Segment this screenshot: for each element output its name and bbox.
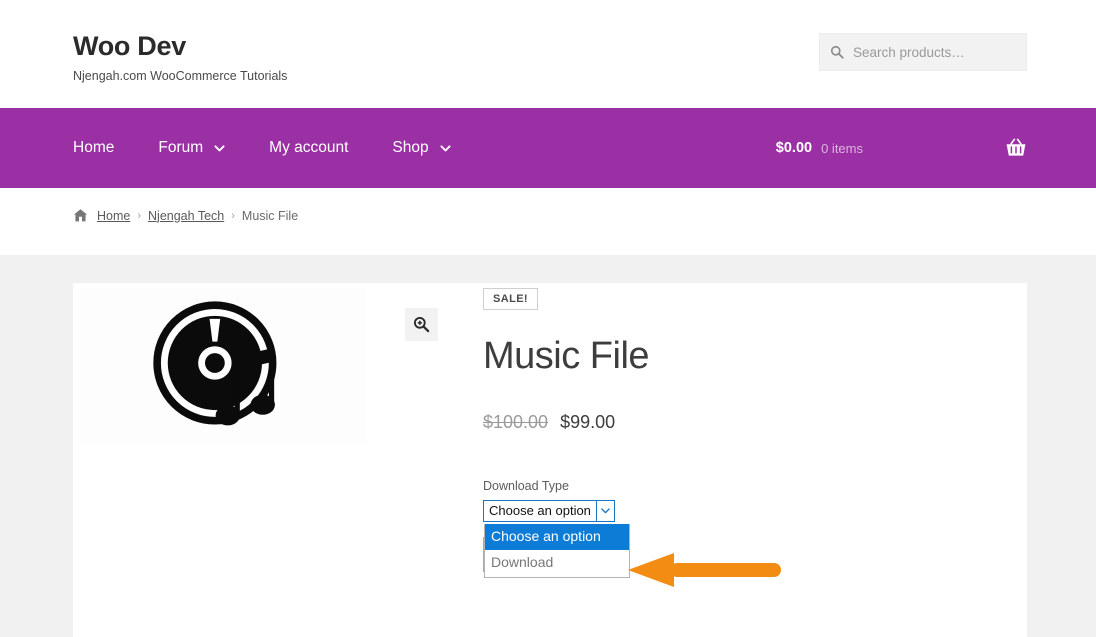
breadcrumb-link-home[interactable]: Home bbox=[97, 209, 130, 223]
product-price: $100.00 $99.00 bbox=[483, 412, 1003, 433]
select-dropdown-arrow-button[interactable] bbox=[596, 500, 614, 521]
price-original: $100.00 bbox=[483, 411, 549, 432]
select-option-choose-an-option[interactable]: Choose an option bbox=[485, 523, 629, 550]
search-icon bbox=[830, 45, 844, 59]
chevron-down-icon bbox=[214, 144, 225, 151]
product-image[interactable] bbox=[80, 288, 367, 443]
primary-navigation: Home Forum My account Shop $0.00 0 items bbox=[0, 108, 1096, 188]
variation-section: Download Type Add to cart Choose an opti… bbox=[483, 478, 1003, 578]
product-summary: SALE! Music File $100.00 $99.00 Download… bbox=[483, 288, 1003, 578]
cart-summary[interactable]: $0.00 0 items bbox=[776, 108, 1027, 188]
variation-label: Download Type bbox=[483, 478, 569, 493]
music-cd-disc-with-note-icon bbox=[152, 300, 276, 425]
image-zoom-button[interactable] bbox=[405, 308, 438, 341]
select-option-download[interactable]: Download bbox=[485, 550, 629, 576]
nav-item-label: Home bbox=[73, 139, 115, 156]
site-tagline: Njengah.com WooCommerce Tutorials bbox=[73, 68, 288, 83]
magnifier-plus-icon bbox=[413, 316, 430, 333]
breadcrumb-separator: › bbox=[137, 209, 142, 222]
cart-item-count: 0 items bbox=[821, 140, 863, 156]
nav-item-label: My account bbox=[269, 139, 349, 156]
nav-item-forum[interactable]: Forum bbox=[158, 139, 247, 157]
download-type-option-list: Choose an option Download bbox=[484, 523, 630, 578]
nav-item-label: Forum bbox=[158, 139, 204, 156]
nav-item-label: Shop bbox=[392, 139, 429, 156]
search-input[interactable] bbox=[853, 44, 1016, 60]
chevron-down-icon bbox=[440, 144, 451, 151]
shopping-basket-icon bbox=[1006, 138, 1026, 156]
site-header: Woo Dev Njengah.com WooCommerce Tutorial… bbox=[0, 0, 1096, 108]
product-gallery bbox=[80, 288, 438, 443]
nav-item-my-account[interactable]: My account bbox=[269, 139, 370, 157]
product-card: SALE! Music File $100.00 $99.00 Download… bbox=[73, 283, 1027, 637]
site-title: Woo Dev bbox=[73, 31, 186, 61]
breadcrumb: Home › Njengah Tech › Music File bbox=[73, 208, 298, 223]
nav-item-shop[interactable]: Shop bbox=[392, 139, 472, 157]
product-search-box[interactable] bbox=[819, 33, 1027, 71]
select-selected-value: Choose an option bbox=[489, 502, 591, 518]
download-type-select[interactable]: Choose an option Choose an option Downlo… bbox=[483, 499, 630, 578]
cart-amount: $0.00 bbox=[775, 140, 813, 156]
breadcrumb-separator: › bbox=[231, 209, 235, 222]
nav-item-home[interactable]: Home bbox=[73, 139, 136, 157]
house-icon[interactable] bbox=[73, 208, 88, 223]
breadcrumb-current-page: Music File bbox=[241, 208, 299, 223]
site-branding[interactable]: Woo Dev Njengah.com WooCommerce Tutorial… bbox=[73, 31, 288, 84]
price-sale: $99.00 bbox=[560, 411, 616, 432]
chevron-down-icon bbox=[601, 508, 610, 514]
product-title: Music File bbox=[483, 335, 650, 377]
cart-icon-button[interactable] bbox=[1005, 138, 1027, 158]
sale-badge: SALE! bbox=[483, 288, 538, 310]
breadcrumb-band: Home › Njengah Tech › Music File bbox=[0, 188, 1096, 255]
breadcrumb-link-njengah-tech[interactable]: Njengah Tech bbox=[148, 209, 224, 223]
nav-list: Home Forum My account Shop bbox=[73, 108, 495, 188]
